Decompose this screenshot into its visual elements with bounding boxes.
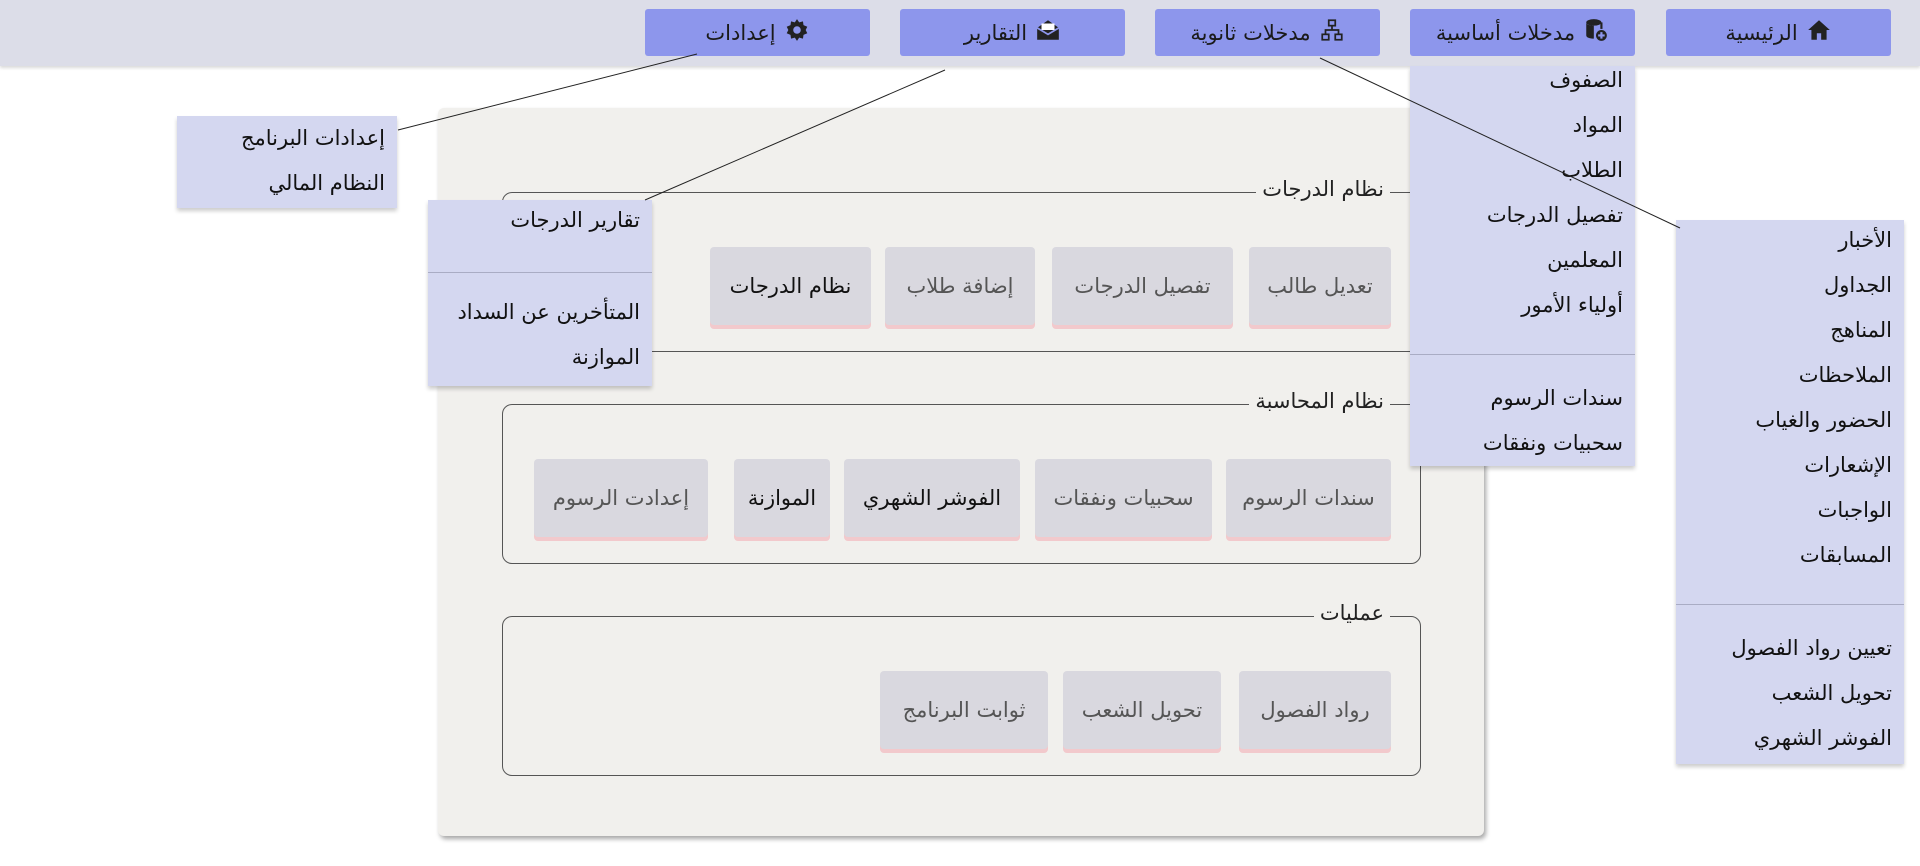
connector-lines (397, 53, 1681, 229)
